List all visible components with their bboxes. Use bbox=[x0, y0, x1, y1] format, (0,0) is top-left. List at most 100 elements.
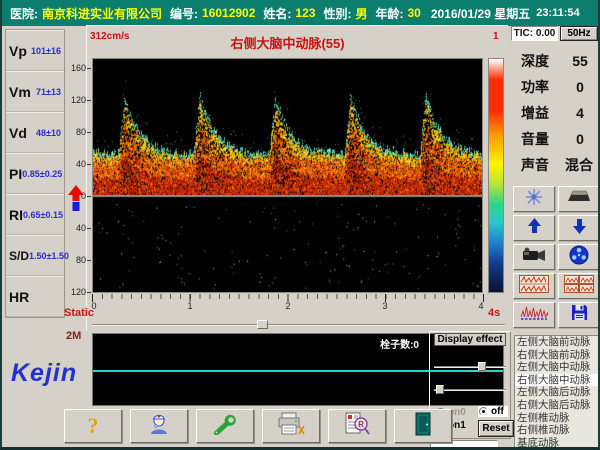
x-tick-label: 4 bbox=[478, 301, 483, 311]
param-value: 0.85±0.25 bbox=[22, 169, 62, 179]
patient-case-button[interactable] bbox=[130, 409, 188, 443]
y-tick-label: 80 bbox=[62, 127, 86, 137]
artery-item[interactable]: 右侧大脑后动脉 bbox=[515, 399, 599, 412]
probe-frequency-label: 2M bbox=[66, 330, 81, 342]
floppy-disk-icon bbox=[571, 304, 588, 326]
y-tick-label: 40 bbox=[62, 223, 86, 233]
param-row-sd: S/D1.50±1.50 bbox=[6, 235, 64, 276]
scroll-down-button[interactable] bbox=[558, 215, 600, 241]
artery-item[interactable]: 左侧大脑中动脉 bbox=[515, 361, 599, 374]
id-label: 编号: bbox=[170, 5, 198, 22]
scroll-up-button[interactable] bbox=[513, 215, 555, 241]
help-button[interactable]: ? bbox=[64, 409, 122, 443]
setting-label: 深度 bbox=[521, 51, 549, 71]
patient-info-bar: 医院: 南京科进实业有限公司 编号: 16012902 姓名: 123 性别: … bbox=[2, 0, 598, 26]
tray-eject-button[interactable] bbox=[558, 186, 600, 212]
artery-item[interactable]: 左侧大脑前动脉 bbox=[515, 336, 599, 349]
artery-title: 右侧大脑中动脉(55) bbox=[92, 33, 483, 52]
dual-trace-layout-button[interactable] bbox=[513, 273, 555, 299]
param-row-vd: Vd 48±10 bbox=[6, 112, 64, 153]
setting-value: 0 bbox=[567, 79, 593, 95]
param-label: HR bbox=[9, 289, 29, 305]
patient-case-icon bbox=[147, 412, 171, 441]
timeline-slider-thumb[interactable] bbox=[257, 320, 268, 329]
setting-value: 0 bbox=[567, 131, 593, 147]
y-tick bbox=[87, 196, 91, 197]
artery-item[interactable]: 基底动脉 bbox=[515, 437, 599, 449]
reset-button[interactable]: Reset bbox=[478, 420, 514, 437]
spectrum-icon bbox=[520, 304, 548, 326]
param-value: 48±10 bbox=[36, 128, 61, 138]
artery-item[interactable]: 左侧大脑后动脉 bbox=[515, 386, 599, 399]
kejin-logo: Kejin bbox=[11, 359, 77, 388]
quad-trace-layout-button[interactable] bbox=[558, 273, 600, 299]
sharp-slider[interactable] bbox=[434, 385, 506, 394]
playback-reel-button[interactable] bbox=[558, 244, 600, 270]
hemodynamic-parameter-panel: Vp101±16 Vm71±13 Vd48±10 PI0.85±0.25 RI0… bbox=[5, 29, 65, 318]
slider-groove bbox=[92, 324, 505, 326]
exit-button[interactable] bbox=[394, 409, 452, 443]
freeze-button[interactable] bbox=[513, 186, 555, 212]
artery-item[interactable]: 左侧椎动脉 bbox=[515, 412, 599, 425]
report-review-button[interactable]: R bbox=[328, 409, 386, 443]
save-button[interactable] bbox=[558, 302, 600, 328]
param-value: 71±13 bbox=[36, 87, 61, 97]
y-tick bbox=[87, 164, 91, 165]
param-label: Vm bbox=[9, 84, 31, 100]
setting-row-sound: 声音混合 bbox=[515, 152, 599, 178]
film-reel-icon bbox=[569, 245, 589, 270]
question-mark-icon: ? bbox=[88, 413, 99, 439]
gate-width-slider[interactable] bbox=[434, 362, 506, 371]
artery-item[interactable]: 右侧大脑中动脉 bbox=[515, 374, 599, 387]
setting-label: 音量 bbox=[521, 129, 549, 149]
y-tick-label: 120 bbox=[62, 287, 86, 297]
param-row-pi: PI0.85±0.25 bbox=[6, 153, 64, 194]
wrench-icon bbox=[212, 413, 238, 440]
date-text: 2016/01/29 星期五 bbox=[431, 5, 530, 22]
param-label: S/D bbox=[9, 249, 29, 263]
y-tick-label: 160 bbox=[62, 63, 86, 73]
age-value: 30 bbox=[407, 6, 420, 20]
y-tick-label: 80 bbox=[62, 255, 86, 265]
y-tick-label: 40 bbox=[62, 159, 86, 169]
wall-filter-button[interactable]: 50Hz bbox=[560, 26, 598, 41]
param-row-vm: Vm 71±13 bbox=[6, 71, 64, 112]
setting-row-volume: 音量 0 bbox=[515, 126, 599, 152]
baseline-marker-icon[interactable] bbox=[67, 185, 85, 218]
gender-value: 男 bbox=[355, 5, 367, 22]
sharp-label: Sharp bbox=[429, 372, 511, 383]
artery-item[interactable]: 右侧椎动脉 bbox=[515, 424, 599, 437]
print-button[interactable] bbox=[262, 409, 320, 443]
id-value: 16012902 bbox=[202, 6, 255, 20]
x-tick-label: 3 bbox=[382, 301, 387, 311]
record-camera-button[interactable] bbox=[513, 244, 555, 270]
artery-selection-list[interactable]: 左侧大脑前动脉 右侧大脑前动脉 左侧大脑中动脉 右侧大脑中动脉 左侧大脑后动脉 … bbox=[514, 335, 600, 449]
x-tick-label: 1 bbox=[187, 301, 192, 311]
door-icon bbox=[415, 412, 431, 441]
weak-signal-title: Weak Signal bbox=[429, 395, 511, 406]
age-label: 年龄: bbox=[375, 5, 403, 22]
param-label: Vd bbox=[9, 125, 27, 141]
printer-icon bbox=[276, 412, 306, 441]
weak-signal-radio-off[interactable]: off bbox=[478, 406, 508, 417]
param-value: 0.65±0.15 bbox=[23, 210, 63, 220]
spectrum-view-button[interactable] bbox=[513, 302, 555, 328]
gate-slider-thumb[interactable] bbox=[478, 362, 486, 371]
hospital-label: 医院: bbox=[10, 5, 38, 22]
tic-readout: TIC: 0.00 bbox=[511, 26, 558, 41]
intensity-colorbar bbox=[488, 58, 504, 293]
slider-groove bbox=[434, 366, 506, 368]
y-tick bbox=[87, 228, 91, 229]
sharp-slider-thumb[interactable] bbox=[436, 385, 444, 394]
tray-eject-icon bbox=[567, 190, 591, 208]
display-effect-title: Display effect bbox=[434, 333, 506, 346]
spectrogram-canvas bbox=[93, 59, 482, 292]
settings-button[interactable] bbox=[196, 409, 254, 443]
param-label: Vp bbox=[9, 43, 27, 59]
dual-trace-icon bbox=[519, 275, 549, 298]
quad-trace-icon bbox=[564, 275, 594, 298]
radio-label: off bbox=[491, 406, 504, 417]
param-row-ri: RI0.65±0.15 bbox=[6, 194, 64, 235]
artery-item[interactable]: 右侧大脑前动脉 bbox=[515, 349, 599, 362]
timeline-scrollbar[interactable] bbox=[92, 320, 505, 329]
